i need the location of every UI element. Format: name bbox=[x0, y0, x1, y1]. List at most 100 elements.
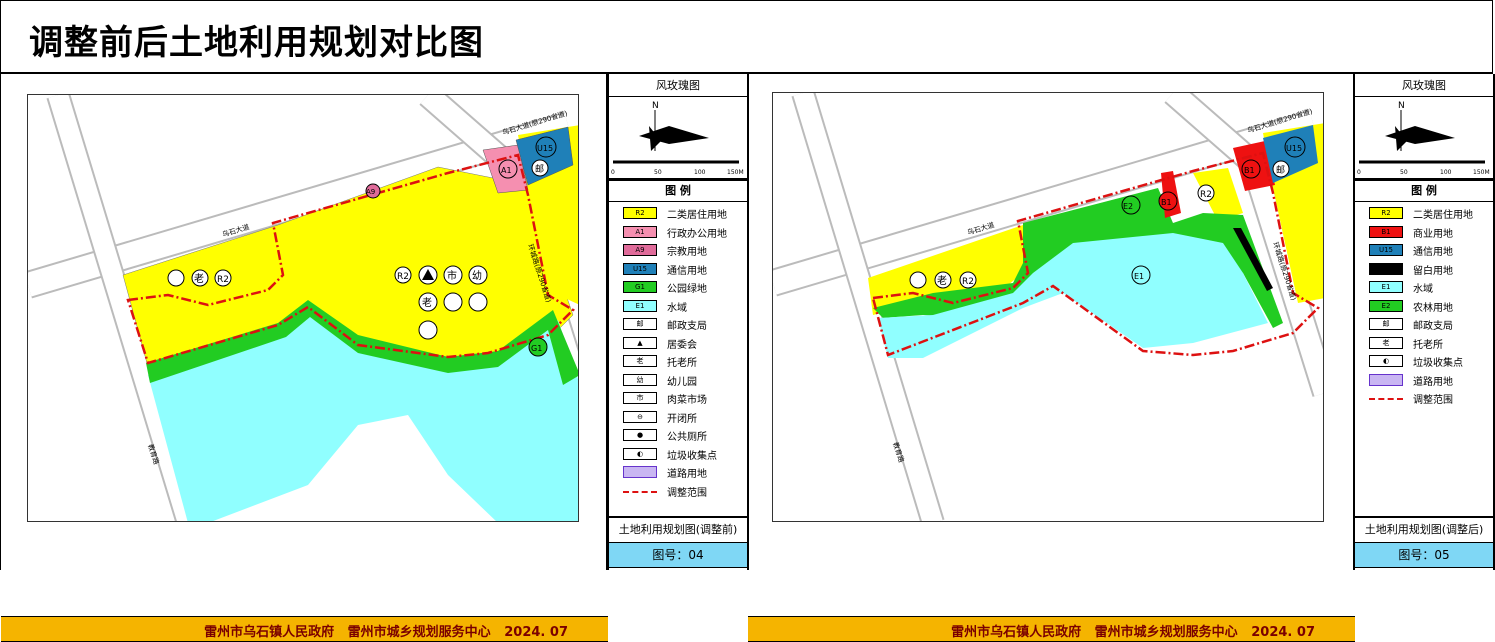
after-footer-text: 雷州市乌石镇人民政府 雷州市城乡规划服务中心 2024. 07 bbox=[951, 625, 1315, 640]
legend-label: 农林用地 bbox=[1413, 302, 1453, 314]
legend-swatch: 老 bbox=[623, 355, 657, 367]
legend-swatch: E2 bbox=[1369, 299, 1403, 312]
b1-label-b: B1 bbox=[1244, 166, 1255, 175]
legend-label: 道路用地 bbox=[667, 469, 707, 480]
legend-label: 开闭所 bbox=[667, 413, 697, 425]
legend-swatch bbox=[1369, 373, 1403, 386]
scale-50: 50 bbox=[654, 169, 662, 176]
legend-swatch: G1 bbox=[623, 281, 657, 293]
title-bar: 调整前后土地利用规划对比图 bbox=[0, 0, 1493, 74]
legend-item: B1 商业用地 bbox=[1355, 223, 1493, 241]
r2-label-a: R2 bbox=[217, 275, 229, 285]
r2-label-b: R2 bbox=[397, 272, 409, 282]
legend-item: 调整范围 bbox=[609, 482, 747, 500]
north-label: N bbox=[652, 101, 659, 111]
u15-label: U15 bbox=[1286, 144, 1302, 153]
legend-swatch: ▲ bbox=[623, 336, 657, 349]
before-map-panel: 乌石大道 乌石大道(原290省道) 教育路 环城路(原290省道) 老 R2 R… bbox=[0, 74, 608, 642]
legend-item: 调整范围 bbox=[1355, 389, 1493, 407]
a9-label: A9 bbox=[366, 188, 375, 196]
legend-item: 幼幼儿园 bbox=[609, 371, 747, 389]
r2-label-b: R2 bbox=[1200, 190, 1212, 200]
before-map-name: 土地利用规划图(调整前) bbox=[609, 516, 747, 542]
legend-label: 通信用地 bbox=[667, 265, 707, 277]
legend-label: 调整范围 bbox=[1413, 395, 1453, 406]
after-footer: 雷州市乌石镇人民政府 雷州市城乡规划服务中心 2024. 07 bbox=[748, 616, 1355, 642]
after-map: 乌石大道 乌石大道(原290省道) 教育路 环城路(原290省道) 老 R2 R… bbox=[772, 92, 1324, 522]
legend-label: 居委会 bbox=[667, 339, 697, 351]
a1-label: A1 bbox=[501, 166, 512, 175]
before-footer-text: 雷州市乌石镇人民政府 雷州市城乡规划服务中心 2024. 07 bbox=[204, 625, 568, 640]
legend-label: 水域 bbox=[667, 302, 687, 314]
after-figure-no: 图号：05 bbox=[1355, 542, 1493, 568]
page-title: 调整前后土地利用规划对比图 bbox=[29, 23, 484, 63]
before-side-panel: 风玫瑰图 N 0 50 100 150M 图 例 R2 二类居住用地 A1 行政办公用… bbox=[607, 74, 749, 570]
legend-swatch: 幼 bbox=[623, 373, 657, 386]
legend-item: 道路用地 bbox=[609, 463, 747, 481]
legend-label: 二类居住用地 bbox=[1413, 210, 1473, 221]
legend-swatch bbox=[623, 490, 657, 493]
post-label: 邮 bbox=[535, 163, 544, 175]
legend-item: ▲ 居委会 bbox=[609, 334, 747, 352]
legend-item: E1 水域 bbox=[609, 297, 747, 315]
b1-label-a: B1 bbox=[1161, 198, 1172, 207]
before-compass-title: 风玫瑰图 bbox=[609, 76, 747, 97]
wind-rose-icon: N 0 50 100 150M bbox=[611, 101, 744, 176]
scale-50: 50 bbox=[1400, 169, 1408, 176]
legend-label: 二类居住用地 bbox=[667, 210, 727, 221]
legend-label: 肉菜市场 bbox=[667, 395, 707, 406]
scale-0: 0 bbox=[611, 169, 615, 176]
r2-label-a: R2 bbox=[962, 277, 974, 287]
legend-label: 商业用地 bbox=[1413, 228, 1453, 240]
legend-item: 留白用地 bbox=[1355, 260, 1493, 278]
legend-swatch: A9 bbox=[623, 244, 657, 256]
after-map-canvas: 乌石大道 乌石大道(原290省道) 教育路 环城路(原290省道) 老 R2 R… bbox=[773, 93, 1323, 521]
legend-swatch bbox=[623, 466, 657, 478]
legend-item: ● 公共厕所 bbox=[609, 426, 747, 444]
legend-label: 留白用地 bbox=[1413, 265, 1453, 277]
legend-label: 垃圾收集点 bbox=[1413, 358, 1463, 369]
legend-item: 市肉菜市场 bbox=[609, 389, 747, 407]
legend-label: 幼儿园 bbox=[667, 376, 697, 388]
post-label: 邮 bbox=[1276, 164, 1285, 176]
lao-label-a: 老 bbox=[194, 272, 204, 285]
legend-swatch: A1 bbox=[623, 225, 657, 238]
north-label: N bbox=[1398, 101, 1405, 111]
after-map-panel: 乌石大道 乌石大道(原290省道) 教育路 环城路(原290省道) 老 R2 R… bbox=[747, 74, 1355, 642]
legend-swatch bbox=[1369, 398, 1403, 400]
after-map-name: 土地利用规划图(调整后) bbox=[1355, 516, 1493, 542]
legend-label: 邮政支局 bbox=[1413, 321, 1453, 332]
legend-label: 水域 bbox=[1413, 284, 1433, 295]
legend-item: ⊖ 开闭所 bbox=[609, 408, 747, 426]
legend-swatch: 邮 bbox=[1369, 318, 1403, 330]
before-footer: 雷州市乌石镇人民政府 雷州市城乡规划服务中心 2024. 07 bbox=[1, 616, 608, 642]
legend-item: R2 二类居住用地 bbox=[609, 204, 747, 222]
after-legend-title: 图 例 bbox=[1355, 180, 1493, 202]
scale-150: 150M bbox=[727, 169, 744, 176]
scale-150: 150M bbox=[1473, 169, 1490, 176]
legend-swatch: U15 bbox=[623, 262, 657, 275]
legend-label: 公共厕所 bbox=[667, 432, 707, 443]
legend-label: 托老所 bbox=[667, 358, 697, 369]
legend-label: 通信用地 bbox=[1413, 247, 1453, 258]
u15-label: U15 bbox=[537, 144, 553, 153]
shi-label: 市 bbox=[447, 269, 457, 282]
e2-label: E2 bbox=[1123, 202, 1133, 211]
lao-label: 老 bbox=[937, 274, 947, 287]
legend-label: 托老所 bbox=[1413, 339, 1443, 351]
legend-label: 道路用地 bbox=[1413, 376, 1453, 388]
scale-0: 0 bbox=[1357, 169, 1361, 176]
wind-rose-icon: N 0 50 100 150M bbox=[1357, 101, 1490, 176]
e1-label: E1 bbox=[1134, 272, 1144, 281]
legend-item: 邮邮政支局 bbox=[1355, 315, 1493, 333]
legend-label: 垃圾收集点 bbox=[667, 450, 717, 462]
legend-swatch: E1 bbox=[1369, 281, 1403, 293]
legend-swatch: B1 bbox=[1369, 225, 1403, 238]
legend-item: R2 二类居住用地 bbox=[1355, 204, 1493, 222]
legend-swatch: ⊖ bbox=[623, 410, 657, 423]
legend-swatch: U15 bbox=[1369, 244, 1403, 256]
scale-100: 100 bbox=[1440, 169, 1452, 176]
legend-swatch: 老 bbox=[1369, 336, 1403, 349]
legend-item: E2 农林用地 bbox=[1355, 297, 1493, 315]
legend-item: 邮邮政支局 bbox=[609, 315, 747, 333]
